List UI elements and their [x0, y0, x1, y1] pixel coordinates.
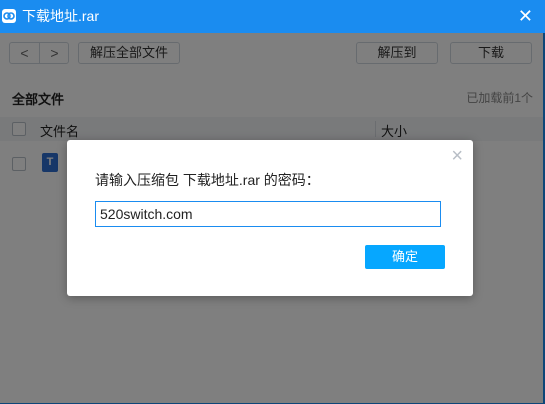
app-logo-icon [2, 9, 16, 23]
password-dialog: × 请输入压缩包 下载地址.rar 的密码： 确定 [67, 140, 473, 296]
password-prompt: 请输入压缩包 下载地址.rar 的密码： [95, 172, 320, 188]
password-input[interactable] [95, 201, 441, 227]
window-title: 下载地址.rar [22, 8, 99, 24]
window-close-icon[interactable]: ✕ [518, 6, 533, 26]
title-bar: 下载地址.rar ✕ [0, 0, 545, 33]
dialog-close-icon[interactable]: × [451, 146, 463, 166]
confirm-button[interactable]: 确定 [365, 245, 445, 269]
